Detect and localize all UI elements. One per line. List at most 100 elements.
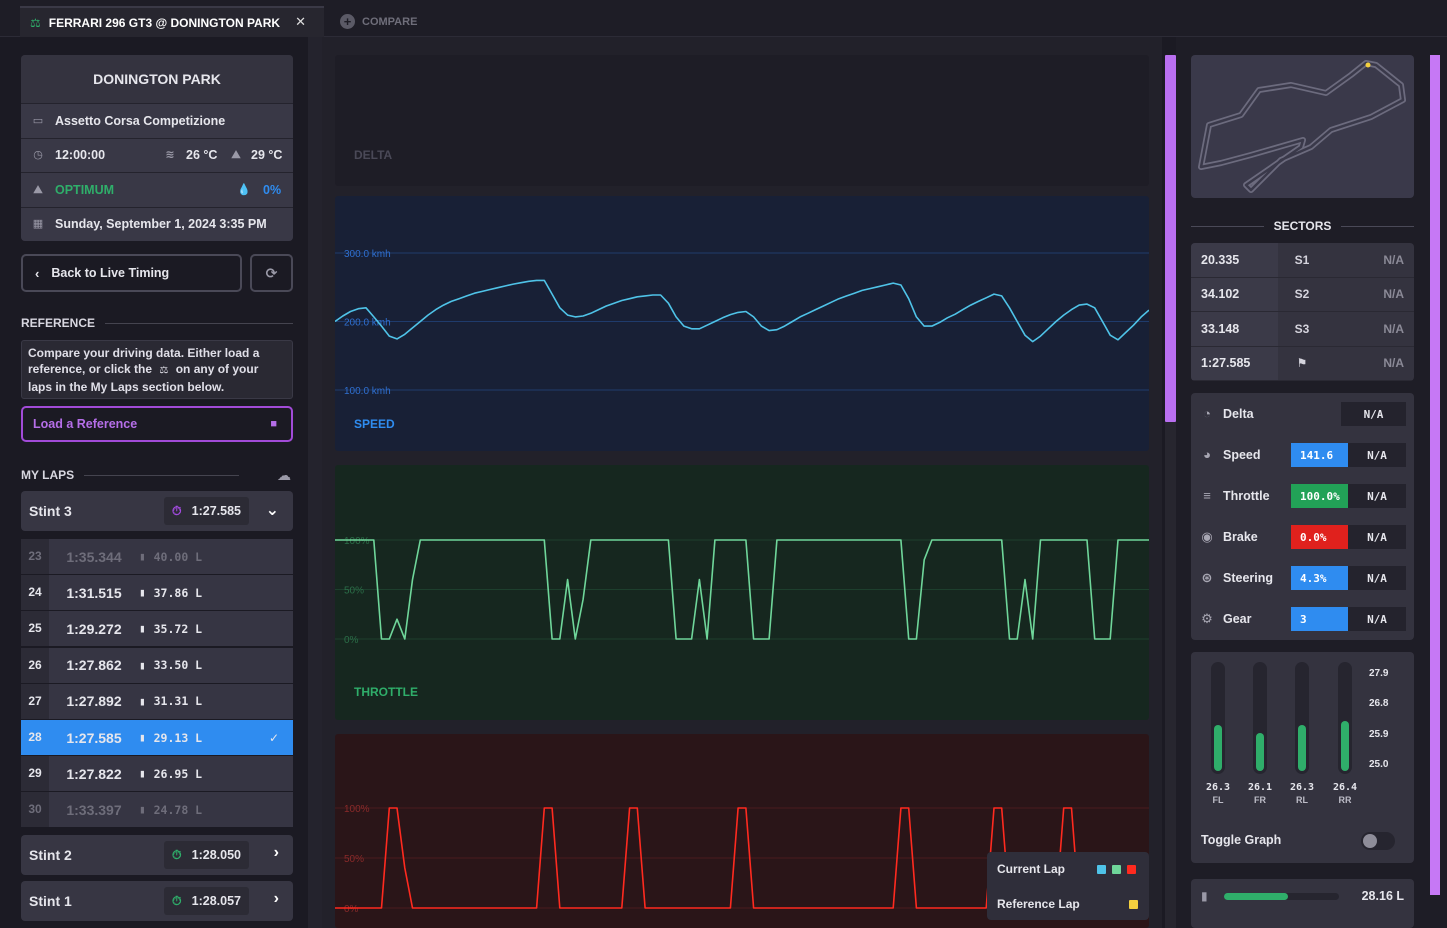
metric-value: 100.0% (1291, 484, 1348, 508)
lap-row[interactable]: 25 1:29.272 ▮ 35.72 L (21, 611, 293, 647)
toggle-knob (1363, 834, 1377, 848)
fuel-pump-icon: ▮ (139, 767, 146, 781)
fuel-bar (1224, 893, 1339, 900)
tire-position: FR (1254, 795, 1266, 805)
sector-ref: N/A (1383, 252, 1404, 267)
metric-ref: N/A (1348, 443, 1406, 467)
charts-scrollbar-thumb[interactable] (1165, 55, 1176, 422)
toggle-graph-switch[interactable] (1361, 832, 1395, 850)
toggle-graph-label: Toggle Graph (1201, 833, 1282, 847)
legend-current: Current Lap (997, 862, 1136, 876)
clock-icon: ◷ (33, 149, 43, 162)
balance-scale-icon: ⚖ (30, 15, 41, 30)
page-scrollbar[interactable] (1430, 55, 1440, 895)
lap-row[interactable]: 23 1:35.344 ▮ 40.00 L (21, 539, 293, 574)
legend-current-label: Current Lap (997, 862, 1066, 876)
lap-fuel: ▮ 35.72 L (139, 622, 202, 636)
back-label: Back to Live Timing (51, 266, 170, 280)
track-name: DONINGTON PARK (21, 55, 293, 103)
metric-value: 0.0% (1291, 525, 1348, 549)
sector-name: S2 (1294, 287, 1310, 302)
stint-2[interactable]: Stint 2 ⏱ 1:28.050 › (21, 835, 293, 875)
chevron-right-icon[interactable]: › (274, 844, 279, 862)
charts-scrollbar-track[interactable] (1165, 422, 1176, 928)
session-date: Sunday, September 1, 2024 3:35 PM (55, 217, 267, 232)
pane-divider[interactable] (308, 37, 322, 928)
cloud-download-icon[interactable]: ☁ (277, 467, 291, 484)
stopwatch-icon: ⏱ (171, 503, 182, 518)
stint-name: Stint 1 (29, 893, 72, 909)
metric-label: Delta (1223, 407, 1254, 421)
stint-3[interactable]: Stint 3 ⏱ 1:27.585 ⌄ (21, 491, 293, 531)
metric-delta: ◔ Delta N/A (1191, 401, 1414, 427)
lap-fuel: ▮ 33.50 L (139, 658, 202, 672)
calendar-icon: ▦ (32, 218, 44, 231)
my-laps-heading: MY LAPS ☁ (21, 467, 293, 484)
legend-reference-label: Reference Lap (997, 897, 1080, 911)
lap-number: 24 (21, 575, 49, 611)
metric-label: Throttle (1223, 489, 1270, 503)
scale-label: 27.9 (1369, 668, 1389, 679)
tire-bar-fill (1298, 725, 1306, 771)
lap-row[interactable]: 26 1:27.862 ▮ 33.50 L (21, 647, 293, 683)
timer-icon: ◔ (1203, 406, 1211, 421)
chevron-right-icon[interactable]: › (274, 890, 279, 908)
legend-current-swatches (1097, 864, 1136, 874)
help-line-2a: reference, or click the (28, 362, 153, 376)
sector-row: 20.335 S1 N/A (1191, 243, 1414, 278)
stint-best-time: 1:28.057 (191, 894, 241, 908)
metric-throttle: ≡ Throttle 100.0% N/A (1191, 483, 1414, 509)
lap-fuel-value: 33.50 L (153, 658, 203, 673)
scale-label: 26.8 (1369, 698, 1389, 709)
fuel-pump-icon: ▮ (139, 803, 146, 817)
tab-compare[interactable]: + COMPARE (340, 6, 417, 37)
lap-row[interactable]: 24 1:31.515 ▮ 37.86 L (21, 575, 293, 611)
back-to-live-timing-button[interactable]: ‹ Back to Live Timing (21, 254, 242, 292)
lap-row[interactable]: 28 1:27.585 ▮ 29.13 L ✓ (21, 720, 293, 755)
tire-position: RL (1296, 795, 1308, 805)
sector-name: S3 (1294, 321, 1310, 336)
lap-fuel-value: 26.95 L (153, 766, 203, 781)
series-line (335, 279, 1149, 343)
tire-pressure: 26.1 (1247, 782, 1273, 793)
tire-bar-rr (1338, 662, 1352, 774)
refresh-button[interactable]: ⟳ (250, 254, 293, 292)
sector-row: 34.102 S2 N/A (1191, 277, 1414, 312)
lap-row[interactable]: 27 1:27.892 ▮ 31.31 L (21, 683, 293, 719)
stint-1[interactable]: Stint 1 ⏱ 1:28.057 › (21, 881, 293, 921)
chevron-down-icon[interactable]: ⌄ (266, 500, 279, 520)
track-map (1191, 55, 1414, 198)
session-time: 12:00:00 (55, 148, 106, 163)
y-tick-label: 100% (344, 536, 370, 547)
lap-time: 1:29.272 (66, 620, 122, 637)
folder-icon: ■ (270, 418, 277, 430)
speed-panel[interactable]: 300.0 kmh 200.0 kmh 100.0 kmh SPEED (335, 196, 1149, 451)
lap-row[interactable]: 30 1:33.397 ▮ 24.78 L (21, 792, 293, 828)
metric-gear: ⚙ Gear 3 N/A (1191, 606, 1414, 632)
lap-time: 1:27.585 (66, 729, 122, 746)
lap-time: 1:33.397 (66, 801, 122, 818)
steering-wheel-icon: ⊛ (1201, 570, 1213, 585)
lap-number: 29 (21, 756, 49, 792)
throttle-icon: ≡ (1203, 488, 1211, 503)
metric-ref: N/A (1348, 484, 1406, 508)
chart-legend: Current Lap Reference Lap (987, 852, 1149, 920)
metric-speed: ◕ Speed 141.6 N/A (1191, 442, 1414, 468)
lap-row[interactable]: 29 1:27.822 ▮ 26.95 L (21, 756, 293, 792)
throttle-panel[interactable]: 100% 50% 0% THROTTLE (335, 465, 1149, 720)
lap-fuel: ▮ 31.31 L (139, 694, 202, 708)
lap-number: 28 (21, 720, 49, 755)
lap-fuel: ▮ 29.13 L (139, 731, 202, 745)
lap-number: 30 (21, 792, 49, 828)
track-wetness: 0% (263, 182, 282, 197)
load-reference-button[interactable]: Load a Reference ■ (21, 406, 293, 442)
lap-fuel: ▮ 26.95 L (139, 767, 202, 781)
plus-circle-icon: + (340, 14, 355, 29)
tire-bar-fill (1341, 721, 1349, 771)
close-tab-button[interactable]: ✕ (295, 14, 306, 30)
game-name: Assetto Corsa Competizione (55, 113, 226, 128)
lap-time: 1:31.515 (66, 584, 122, 601)
tire-pressure: 26.3 (1205, 782, 1231, 793)
help-line-2: reference, or click the ⚖ on any of your (28, 361, 286, 379)
tab-session[interactable]: ⚖ FERRARI 296 GT3 @ DONINGTON PARK ✕ (20, 6, 324, 37)
